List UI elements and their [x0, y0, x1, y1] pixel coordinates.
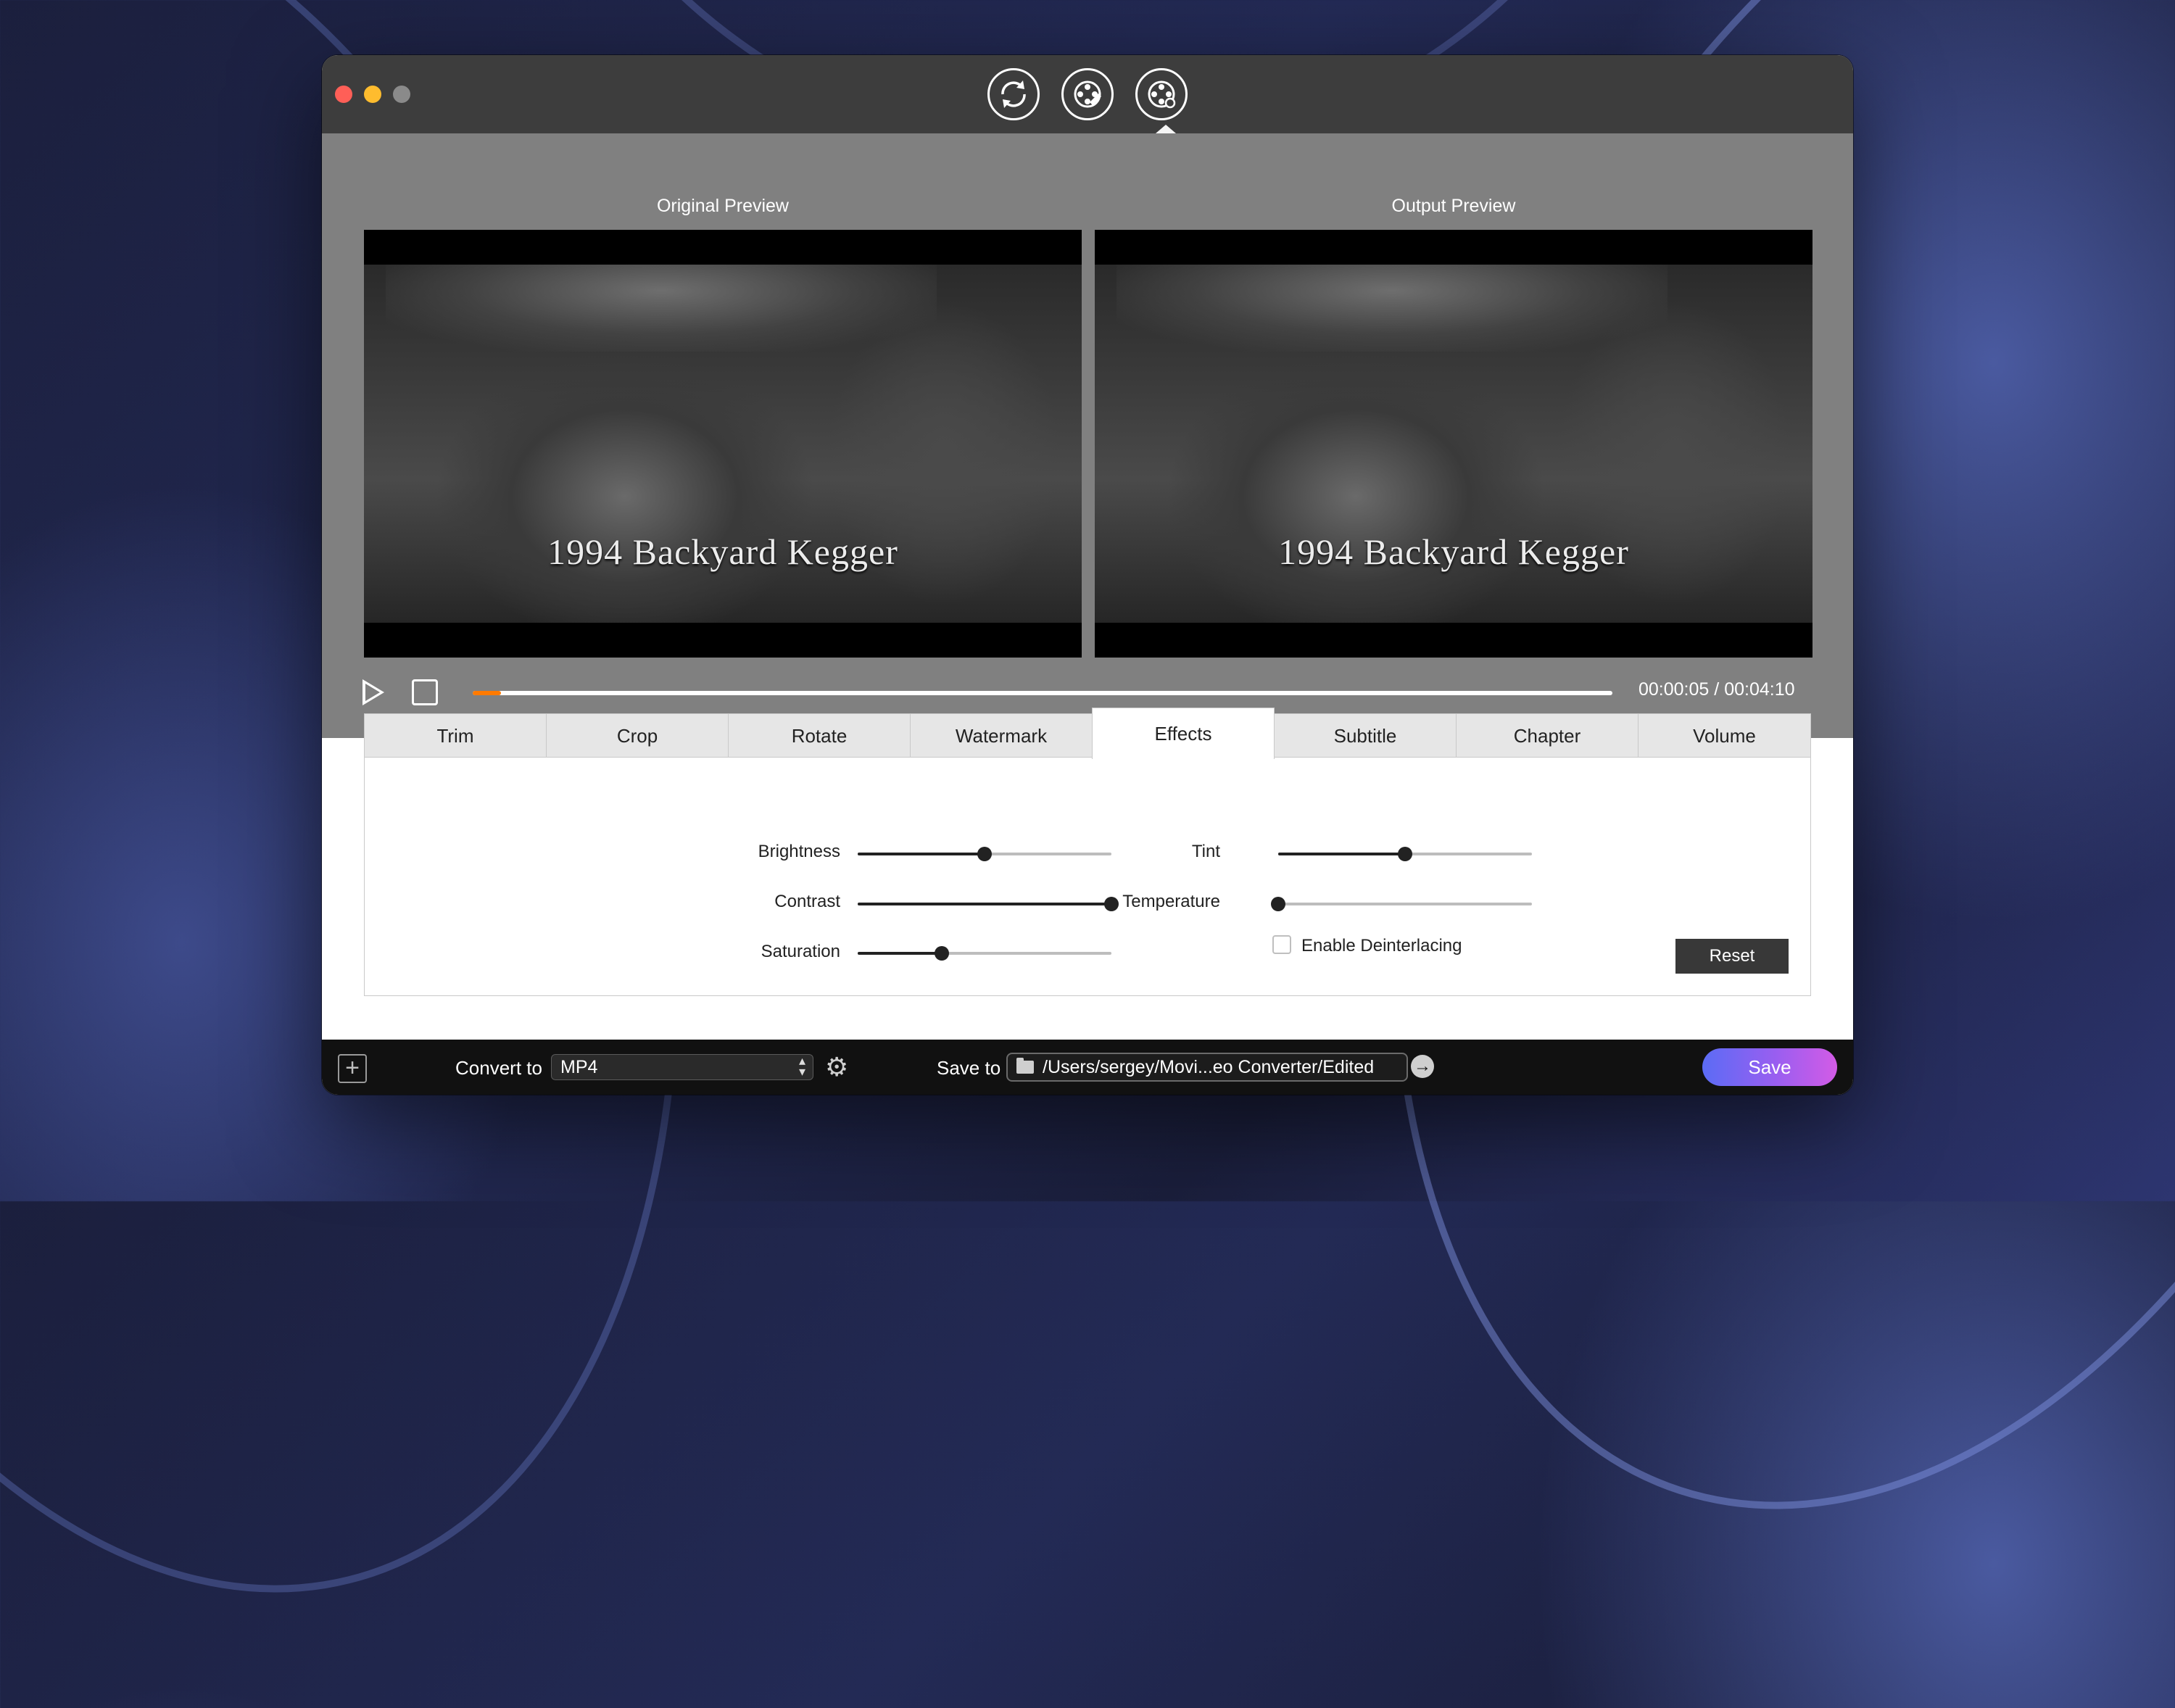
gear-icon[interactable]: ⚙: [825, 1053, 848, 1082]
tint-label: Tint: [1191, 842, 1220, 861]
playback-time: 00:00:05 / 00:04:10: [1638, 679, 1795, 700]
convert-to-label: Convert to: [455, 1057, 542, 1079]
video-effects-icon[interactable]: [1135, 68, 1188, 120]
deinterlace-label[interactable]: Enable Deinterlacing: [1301, 936, 1462, 956]
output-video-preview: 1994 Backyard Kegger: [1095, 230, 1812, 658]
format-select[interactable]: MP4 ▴ ▾: [551, 1054, 813, 1080]
original-video-caption: 1994 Backyard Kegger: [547, 531, 898, 572]
saturation-slider-fill: [858, 952, 942, 955]
preview-area: Original Preview Output Preview 1994 Bac…: [322, 133, 1853, 738]
active-tool-indicator: [1156, 125, 1176, 133]
deinterlace-checkbox[interactable]: [1272, 935, 1291, 954]
convert-icon[interactable]: [987, 68, 1040, 120]
time-total: 00:04:10: [1724, 679, 1795, 700]
tab-watermark[interactable]: Watermark: [910, 713, 1093, 758]
brightness-slider-knob[interactable]: [977, 847, 992, 861]
folder-icon: [1016, 1058, 1034, 1074]
save-path-value: /Users/sergey/Movi...eo Converter/Edited: [1043, 1057, 1375, 1077]
tab-chapter[interactable]: Chapter: [1456, 713, 1638, 758]
brightness-slider-fill: [858, 853, 985, 855]
video-foliage: [1116, 265, 1668, 352]
title-bar: [322, 55, 1853, 133]
time-separator: /: [1714, 679, 1720, 700]
playback-progress-bar[interactable]: [473, 691, 1612, 695]
tint-slider-knob[interactable]: [1398, 847, 1412, 861]
convert-arrows-icon: [1001, 80, 1026, 108]
reset-button[interactable]: Reset: [1675, 939, 1789, 974]
bottom-bar: + Convert to MP4 ▴ ▾ ⚙ Save to /Users/ser…: [322, 1040, 1853, 1095]
film-reel-icon: [1074, 80, 1101, 108]
saturation-slider[interactable]: [858, 946, 1111, 961]
app-window: Original Preview Output Preview 1994 Bac…: [322, 55, 1853, 1095]
add-file-button[interactable]: +: [338, 1054, 367, 1083]
edit-tabs: Trim Crop Rotate Watermark Effects Subti…: [364, 708, 1811, 759]
stepper-arrows-icon: ▴ ▾: [798, 1053, 805, 1079]
original-video-preview: 1994 Backyard Kegger: [364, 230, 1082, 658]
tab-crop[interactable]: Crop: [546, 713, 729, 758]
tab-rotate[interactable]: Rotate: [728, 713, 911, 758]
tab-effects[interactable]: Effects: [1092, 708, 1275, 759]
brightness-label: Brightness: [758, 842, 840, 861]
close-window-button[interactable]: [335, 86, 352, 103]
temperature-label: Temperature: [1122, 892, 1220, 911]
zoom-window-button[interactable]: [393, 86, 410, 103]
contrast-label: Contrast: [774, 892, 840, 911]
tint-slider[interactable]: [1278, 847, 1532, 861]
save-button[interactable]: Save: [1702, 1048, 1837, 1086]
save-to-label: Save to: [937, 1057, 1001, 1079]
saturation-label: Saturation: [761, 942, 840, 961]
tab-trim[interactable]: Trim: [364, 713, 547, 758]
temperature-slider[interactable]: [1271, 897, 1532, 911]
save-path-field[interactable]: /Users/sergey/Movi...eo Converter/Edited: [1006, 1053, 1408, 1082]
output-preview-label: Output Preview: [1391, 196, 1516, 216]
original-preview-label: Original Preview: [656, 196, 789, 216]
output-video-caption: 1994 Backyard Kegger: [1278, 531, 1629, 572]
video-foliage: [386, 265, 937, 352]
format-value: MP4: [560, 1057, 598, 1077]
film-reel-effects-icon: [1148, 80, 1176, 109]
temperature-slider-knob[interactable]: [1271, 897, 1285, 911]
effects-panel: Brightness Contrast Saturation Tint Temp…: [364, 757, 1811, 996]
tint-slider-fill: [1278, 853, 1405, 855]
play-icon[interactable]: [362, 679, 384, 705]
playback-progress-fill: [473, 691, 502, 695]
stop-icon[interactable]: [412, 679, 438, 705]
edit-video-icon[interactable]: [1061, 68, 1114, 120]
saturation-slider-knob[interactable]: [934, 946, 949, 961]
minimize-window-button[interactable]: [364, 86, 381, 103]
tab-subtitle[interactable]: Subtitle: [1274, 713, 1457, 758]
open-folder-arrow-icon[interactable]: →: [1411, 1055, 1434, 1078]
time-current: 00:00:05: [1638, 679, 1710, 700]
tab-volume[interactable]: Volume: [1638, 713, 1811, 758]
